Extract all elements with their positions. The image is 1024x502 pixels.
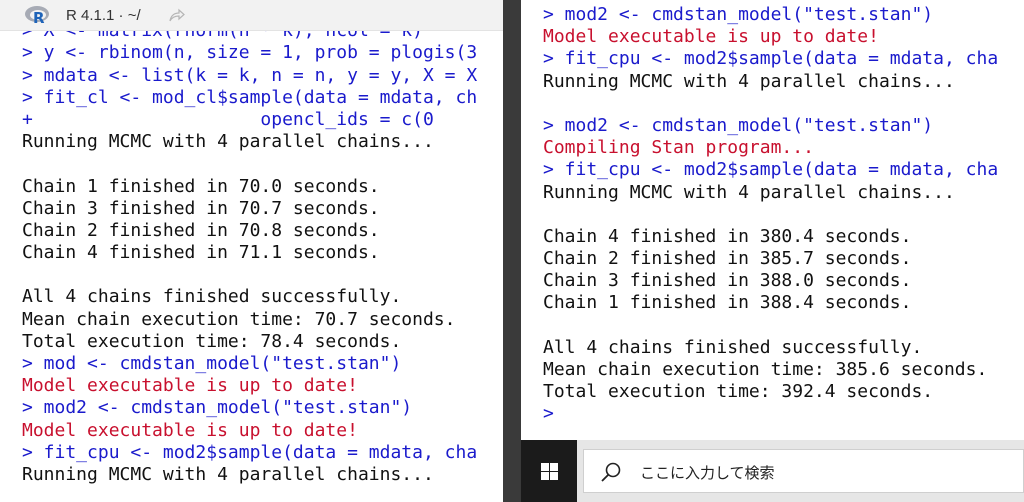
r-version-path: R 4.1.1 · ~/	[66, 7, 141, 24]
console-line-cmd: > fit_cpu <- mod2$sample(data = mdata, c…	[543, 48, 999, 70]
console-line-out: Chain 4 finished in 380.4 seconds.	[543, 225, 912, 247]
console-line-cmd: > mod <- cmdstan_model("test.stan")	[22, 353, 402, 374]
console-line-cmd: > mod2 <- cmdstan_model("test.stan")	[543, 114, 934, 136]
console-line-out: Chain 4 finished in 71.1 seconds.	[22, 242, 380, 264]
working-directory: · ~/	[118, 7, 141, 24]
desktop-gap	[503, 0, 521, 502]
share-arrow-icon[interactable]	[169, 8, 185, 22]
console-line-out: Chain 1 finished in 70.0 seconds.	[22, 175, 380, 197]
console-line-err: Model executable is up to date!	[22, 375, 358, 397]
console-line-out: Total execution time: 392.4 seconds.	[543, 381, 934, 403]
windows-logo-icon	[541, 463, 558, 480]
windows-taskbar: ここに入力して検索	[521, 440, 1024, 502]
console-line-cmd: > fit_cpu <- mod2$sample(data = mdata, c…	[543, 159, 999, 181]
console-line-cmd: >	[543, 403, 554, 425]
console-line-err: Model executable is up to date!	[22, 419, 358, 441]
search-icon	[601, 462, 621, 482]
console-line-out: Running MCMC with 4 parallel chains...	[543, 181, 955, 203]
right-console-pane[interactable]: > mod2 <- cmdstan_model("test.stan") Mode…	[521, 0, 1024, 440]
start-button[interactable]	[521, 440, 577, 502]
console-line-out: Chain 2 finished in 385.7 seconds.	[543, 248, 912, 270]
console-line-err: Model executable is up to date!	[543, 26, 879, 48]
console-line-out: Running MCMC with 4 parallel chains...	[543, 70, 955, 92]
console-line-out: Total execution time: 78.4 seconds.	[22, 330, 402, 352]
console-line-err: Compiling Stan program...	[543, 137, 814, 159]
console-line-cmd: > mdata <- list(k = k, n = n, y = y, X =…	[22, 64, 478, 86]
console-header: R R 4.1.1 · ~/	[0, 0, 503, 31]
right-console-output: > mod2 <- cmdstan_model("test.stan") Mode…	[543, 4, 998, 426]
left-console-pane[interactable]: > k <- 20> X <- matrix(rnorm(n * k), nco…	[0, 0, 503, 502]
left-console-output: > k <- 20> X <- matrix(rnorm(n * k), nco…	[22, 0, 477, 486]
console-line-cmd: > fit_cl <- mod_cl$sample(data = mdata, …	[22, 86, 478, 108]
svg-text:R: R	[33, 9, 45, 25]
r-logo-icon: R	[25, 6, 49, 25]
console-line-out: Chain 2 finished in 70.8 seconds.	[22, 219, 380, 241]
console-line-cmd: > fit_cpu <- mod2$sample(data = mdata, c…	[22, 441, 478, 463]
console-line-out: Chain 1 finished in 388.4 seconds.	[543, 292, 912, 314]
console-line-cmd: > mod2 <- cmdstan_model("test.stan")	[543, 4, 934, 25]
taskbar-search-box[interactable]: ここに入力して検索	[583, 449, 1024, 493]
console-line-cmd: + opencl_ids = c(0	[22, 108, 434, 130]
console-line-out: Running MCMC with 4 parallel chains...	[22, 131, 434, 153]
console-line-cmd: > mod2 <- cmdstan_model("test.stan")	[22, 397, 413, 419]
r-version: R 4.1.1	[66, 7, 115, 24]
console-line-out: Running MCMC with 4 parallel chains...	[22, 463, 434, 485]
console-line-out: All 4 chains finished successfully.	[22, 286, 402, 308]
console-line-out: Chain 3 finished in 388.0 seconds.	[543, 270, 912, 292]
console-line-cmd: > y <- rbinom(n, size = 1, prob = plogis…	[22, 42, 478, 64]
console-line-out: Chain 3 finished in 70.7 seconds.	[22, 197, 380, 219]
console-line-out: All 4 chains finished successfully.	[543, 336, 923, 358]
console-line-out: Mean chain execution time: 70.7 seconds.	[22, 308, 456, 330]
search-placeholder: ここに入力して検索	[640, 464, 775, 482]
console-line-out: Mean chain execution time: 385.6 seconds…	[543, 359, 988, 380]
